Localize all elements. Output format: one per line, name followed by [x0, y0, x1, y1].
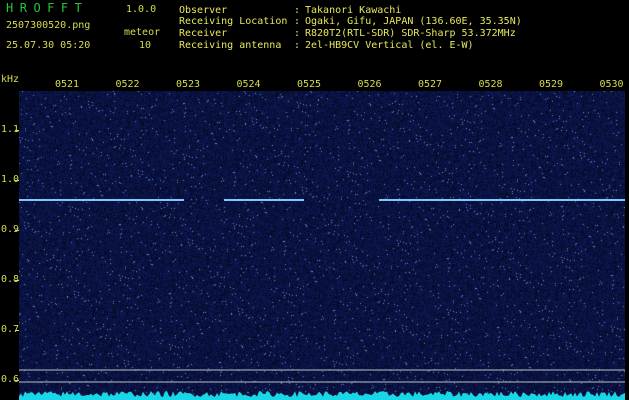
location-colon: : [294, 16, 301, 27]
header-panel: HROFFT 1.0.0 2507300520.png meteor 25.07… [0, 0, 629, 74]
capture-datetime: 25.07.30 05:20 [6, 40, 91, 51]
x-tick-label: 0524 [236, 79, 261, 90]
x-tick-label: 0527 [418, 79, 443, 90]
location-label: Receiving Location [179, 16, 288, 27]
waterfall-spectrogram[interactable] [19, 91, 625, 400]
location-value: Ogaki, Gifu, JAPAN (136.60E, 35.35N) [305, 16, 522, 27]
x-tick-label: 0526 [357, 79, 382, 90]
y-axis-unit: kHz [1, 74, 20, 85]
antenna-value: 2el-HB9CV Vertical (el. E-W) [305, 40, 474, 51]
app-version: 1.0.0 [126, 4, 157, 15]
receiver-value: R820T2(RTL-SDR) SDR-Sharp 53.372MHz [305, 28, 516, 39]
receiver-label: Receiver [179, 28, 228, 39]
spectrogram-overlay [19, 199, 625, 400]
antenna-label: Receiving antenna [179, 40, 282, 51]
x-tick-label: 0525 [297, 79, 322, 90]
meteor-count: 10 [139, 40, 152, 51]
file-name: 2507300520.png [6, 20, 91, 31]
meteor-label: meteor [124, 27, 161, 38]
app-name: HROFFT [6, 1, 89, 15]
spectrum-trace [19, 391, 625, 400]
x-tick-label: 0528 [478, 79, 503, 90]
x-tick-label: 0523 [176, 79, 201, 90]
x-tick-label: 0529 [539, 79, 564, 90]
antenna-colon: : [294, 40, 301, 51]
x-tick-label: 0522 [115, 79, 140, 90]
x-tick-label: 0521 [55, 79, 80, 90]
x-tick-label: 0530 [599, 79, 624, 90]
receiver-colon: : [294, 28, 301, 39]
